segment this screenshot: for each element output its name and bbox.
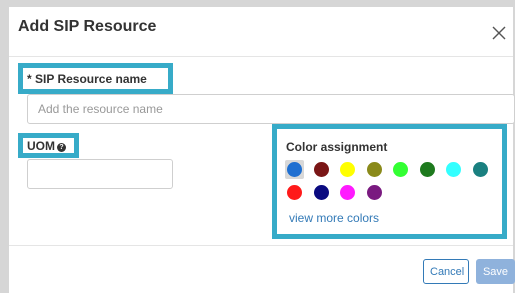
color-swatch[interactable] (340, 162, 355, 177)
dialog-title: Add SIP Resource (18, 18, 157, 35)
color-swatch[interactable] (287, 185, 302, 200)
color-swatch[interactable] (340, 185, 355, 200)
backdrop-top (0, 0, 515, 7)
view-more-colors-link[interactable]: view more colors (289, 211, 379, 225)
color-swatch[interactable] (313, 162, 329, 177)
color-swatch[interactable] (419, 162, 435, 177)
question-circle-icon[interactable]: ? (57, 143, 66, 152)
color-swatch[interactable] (472, 162, 488, 177)
color-assignment-label: Color assignment (286, 140, 388, 154)
color-swatch[interactable] (446, 162, 461, 177)
color-swatch[interactable] (366, 162, 382, 177)
uom-input[interactable] (27, 159, 173, 189)
uom-label-text: UOM (27, 139, 55, 153)
color-swatch[interactable] (393, 162, 408, 177)
uom-label: UOM? (27, 139, 66, 153)
close-icon[interactable] (492, 26, 506, 40)
footer-divider (9, 245, 513, 246)
color-swatch[interactable] (287, 162, 302, 177)
color-swatch[interactable] (366, 185, 382, 200)
backdrop-left (0, 0, 9, 293)
cancel-button[interactable]: Cancel (423, 259, 469, 284)
header-divider (9, 56, 513, 57)
resource-name-input[interactable] (27, 94, 515, 124)
resource-name-label: * SIP Resource name (27, 72, 147, 86)
color-swatch[interactable] (313, 185, 329, 200)
save-button[interactable]: Save (476, 259, 515, 284)
